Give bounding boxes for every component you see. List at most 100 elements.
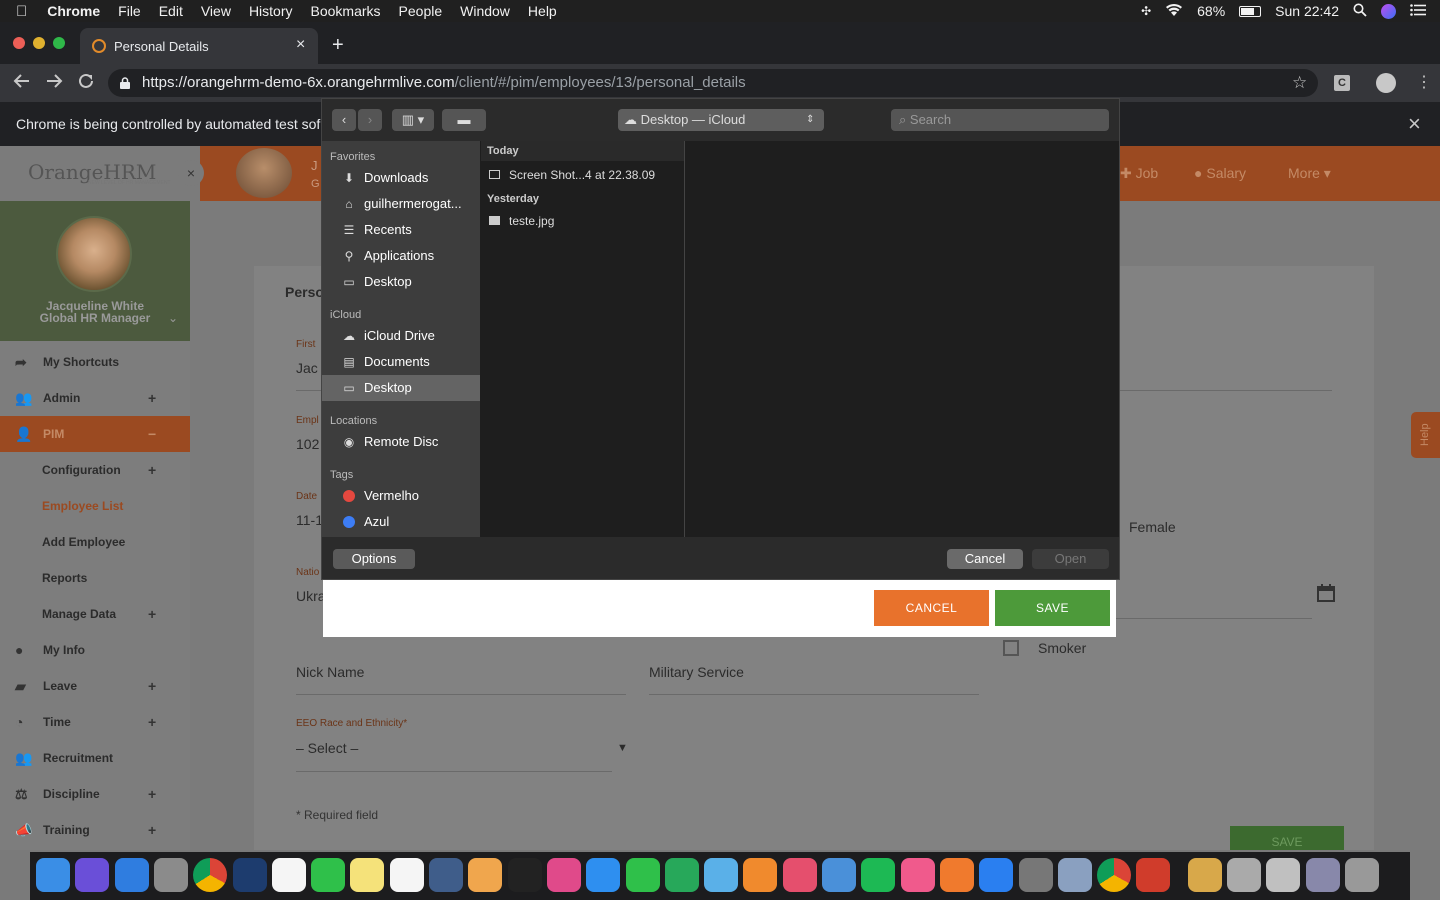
chevron-down-icon[interactable]: ⌄ xyxy=(168,311,178,325)
sidebar-item-applications[interactable]: ⚲ Applications xyxy=(322,243,480,269)
infobar-close-icon[interactable]: × xyxy=(1408,102,1421,146)
file-row[interactable]: teste.jpg xyxy=(481,209,684,233)
first-name-value[interactable]: Jac xyxy=(296,360,318,376)
preview-icon[interactable] xyxy=(704,858,739,892)
sidebar-item-my-info[interactable]: ● My Info xyxy=(0,632,190,668)
menu-view[interactable]: View xyxy=(201,3,231,19)
finder-icon[interactable] xyxy=(36,858,70,892)
employee-id-value[interactable]: 102 xyxy=(296,436,319,452)
facetime-icon[interactable] xyxy=(625,858,660,892)
dialog-forward-button[interactable]: › xyxy=(358,109,382,131)
app-icon[interactable] xyxy=(232,858,267,892)
tab-personal-details[interactable]: Personal Details × xyxy=(80,28,318,64)
menu-history[interactable]: History xyxy=(249,3,293,19)
sidebar-item-tag-vermelho[interactable]: Vermelho xyxy=(322,483,480,509)
sidebar-item-time[interactable]: ◔ Time + xyxy=(0,704,190,740)
notes-icon[interactable] xyxy=(350,858,385,892)
sidebar-item-admin[interactable]: 👥 Admin + xyxy=(0,380,190,416)
safari-icon[interactable] xyxy=(114,858,149,892)
spotlight-icon[interactable] xyxy=(1353,3,1367,20)
calendar-icon[interactable] xyxy=(271,858,306,892)
nationality-value[interactable]: Ukra xyxy=(296,588,326,604)
collapse-minus-icon[interactable]: − xyxy=(148,416,156,452)
sidebar-item-downloads[interactable]: ⬇ Downloads xyxy=(322,165,480,191)
menu-file[interactable]: File xyxy=(118,3,141,19)
itunes-icon[interactable] xyxy=(900,858,935,892)
sidebar-item-home[interactable]: ⌂ guilhermerogat... xyxy=(322,191,480,217)
chrome-menu-icon[interactable]: ⋮ xyxy=(1416,73,1432,93)
close-window-button[interactable] xyxy=(13,37,25,49)
reload-icon[interactable] xyxy=(77,72,95,95)
menu-bookmarks[interactable]: Bookmarks xyxy=(311,3,381,19)
sidebar-item-training[interactable]: 📣 Training + xyxy=(0,812,190,848)
pinwheel-icon[interactable] xyxy=(782,858,817,892)
app-store-icon[interactable] xyxy=(979,858,1014,892)
mysql-icon[interactable] xyxy=(429,858,463,892)
whatsapp-icon[interactable] xyxy=(311,858,346,892)
bookmark-star-icon[interactable]: ☆ xyxy=(1292,69,1307,97)
expand-plus-icon[interactable]: + xyxy=(148,596,156,632)
expand-plus-icon[interactable]: + xyxy=(148,812,156,848)
menu-people[interactable]: People xyxy=(399,3,443,19)
location-popup[interactable]: ☁ Desktop — iCloud ⇕ xyxy=(618,109,824,131)
dialog-back-button[interactable]: ‹ xyxy=(332,109,356,131)
intellij-icon[interactable] xyxy=(546,858,581,892)
sidebar-item-recruitment[interactable]: 👥 Recruitment xyxy=(0,740,190,776)
sidebar-item-tag-azul[interactable]: Azul xyxy=(322,509,480,535)
expand-plus-icon[interactable]: + xyxy=(148,380,156,416)
dialog-search-input[interactable]: ⌕ Search xyxy=(891,109,1109,131)
menu-help[interactable]: Help xyxy=(528,3,557,19)
forward-icon[interactable] xyxy=(45,72,63,95)
keynote-icon[interactable] xyxy=(822,858,856,892)
numbers-icon[interactable] xyxy=(664,858,699,892)
folder-icon[interactable] xyxy=(1305,858,1340,892)
sidebar-item-reports[interactable]: Reports xyxy=(0,560,190,596)
sidebar-item-add-employee[interactable]: Add Employee xyxy=(0,524,190,560)
sidebar-item-desktop[interactable]: ▭ Desktop xyxy=(322,269,480,295)
sidebar-item-configuration[interactable]: Configuration + xyxy=(0,452,190,488)
tab-salary[interactable]: ● Salary xyxy=(1194,165,1246,181)
modal-cancel-button[interactable]: CANCEL xyxy=(874,590,989,626)
calendar-icon[interactable] xyxy=(1317,584,1335,607)
menu-edit[interactable]: Edit xyxy=(159,3,183,19)
file-row[interactable]: Screen Shot...4 at 22.38.09 xyxy=(481,163,684,187)
folder-icon[interactable] xyxy=(1266,858,1301,892)
chrome-icon[interactable] xyxy=(193,858,228,892)
menu-app-name[interactable]: Chrome xyxy=(47,3,100,19)
clock-text[interactable]: Sun 22:42 xyxy=(1275,3,1339,19)
expand-plus-icon[interactable]: + xyxy=(148,668,156,704)
photos-icon[interactable] xyxy=(468,858,503,892)
wifi-icon[interactable] xyxy=(1165,3,1183,20)
control-icon[interactable]: ✣ xyxy=(1141,4,1151,18)
military-service-field[interactable]: Military Service xyxy=(649,664,744,680)
reminders-icon[interactable] xyxy=(389,858,424,892)
help-tab[interactable]: Help xyxy=(1411,412,1440,458)
new-tab-button[interactable]: + xyxy=(332,34,344,57)
books-icon[interactable] xyxy=(939,858,974,892)
new-folder-button[interactable]: ▬ xyxy=(442,109,486,131)
siri-icon[interactable] xyxy=(75,858,110,892)
terminal-icon[interactable] xyxy=(507,858,542,892)
profile-avatar-icon[interactable] xyxy=(1376,73,1396,93)
launchpad-icon[interactable] xyxy=(153,858,188,892)
expand-plus-icon[interactable]: + xyxy=(148,776,156,812)
eeo-select[interactable]: – Select – xyxy=(296,740,358,756)
image-capture-icon[interactable] xyxy=(1057,858,1092,892)
sidebar-item-employee-list[interactable]: Employee List xyxy=(0,488,190,524)
java-icon[interactable] xyxy=(1136,858,1171,892)
sidebar-item-manage-data[interactable]: Manage Data + xyxy=(0,596,190,632)
messages-icon[interactable] xyxy=(586,858,621,892)
options-button[interactable]: Options xyxy=(333,549,415,569)
cancel-button[interactable]: Cancel xyxy=(947,549,1023,569)
sidebar-item-leave[interactable]: ▰ Leave + xyxy=(0,668,190,704)
expand-plus-icon[interactable]: + xyxy=(148,704,156,740)
spotify-icon[interactable] xyxy=(861,858,896,892)
system-preferences-icon[interactable] xyxy=(1018,858,1053,892)
view-mode-button[interactable]: ▥ ▾ xyxy=(392,109,434,131)
notification-center-icon[interactable] xyxy=(1410,3,1426,19)
back-icon[interactable] xyxy=(13,72,31,95)
address-bar[interactable]: https://orangehrm-demo-6x.orangehrmlive.… xyxy=(108,69,1318,97)
sidebar-item-pim[interactable]: 👤 PIM − xyxy=(0,416,190,452)
sidebar-item-icloud-drive[interactable]: ☁ iCloud Drive xyxy=(322,323,480,349)
minimize-window-button[interactable] xyxy=(33,37,45,49)
